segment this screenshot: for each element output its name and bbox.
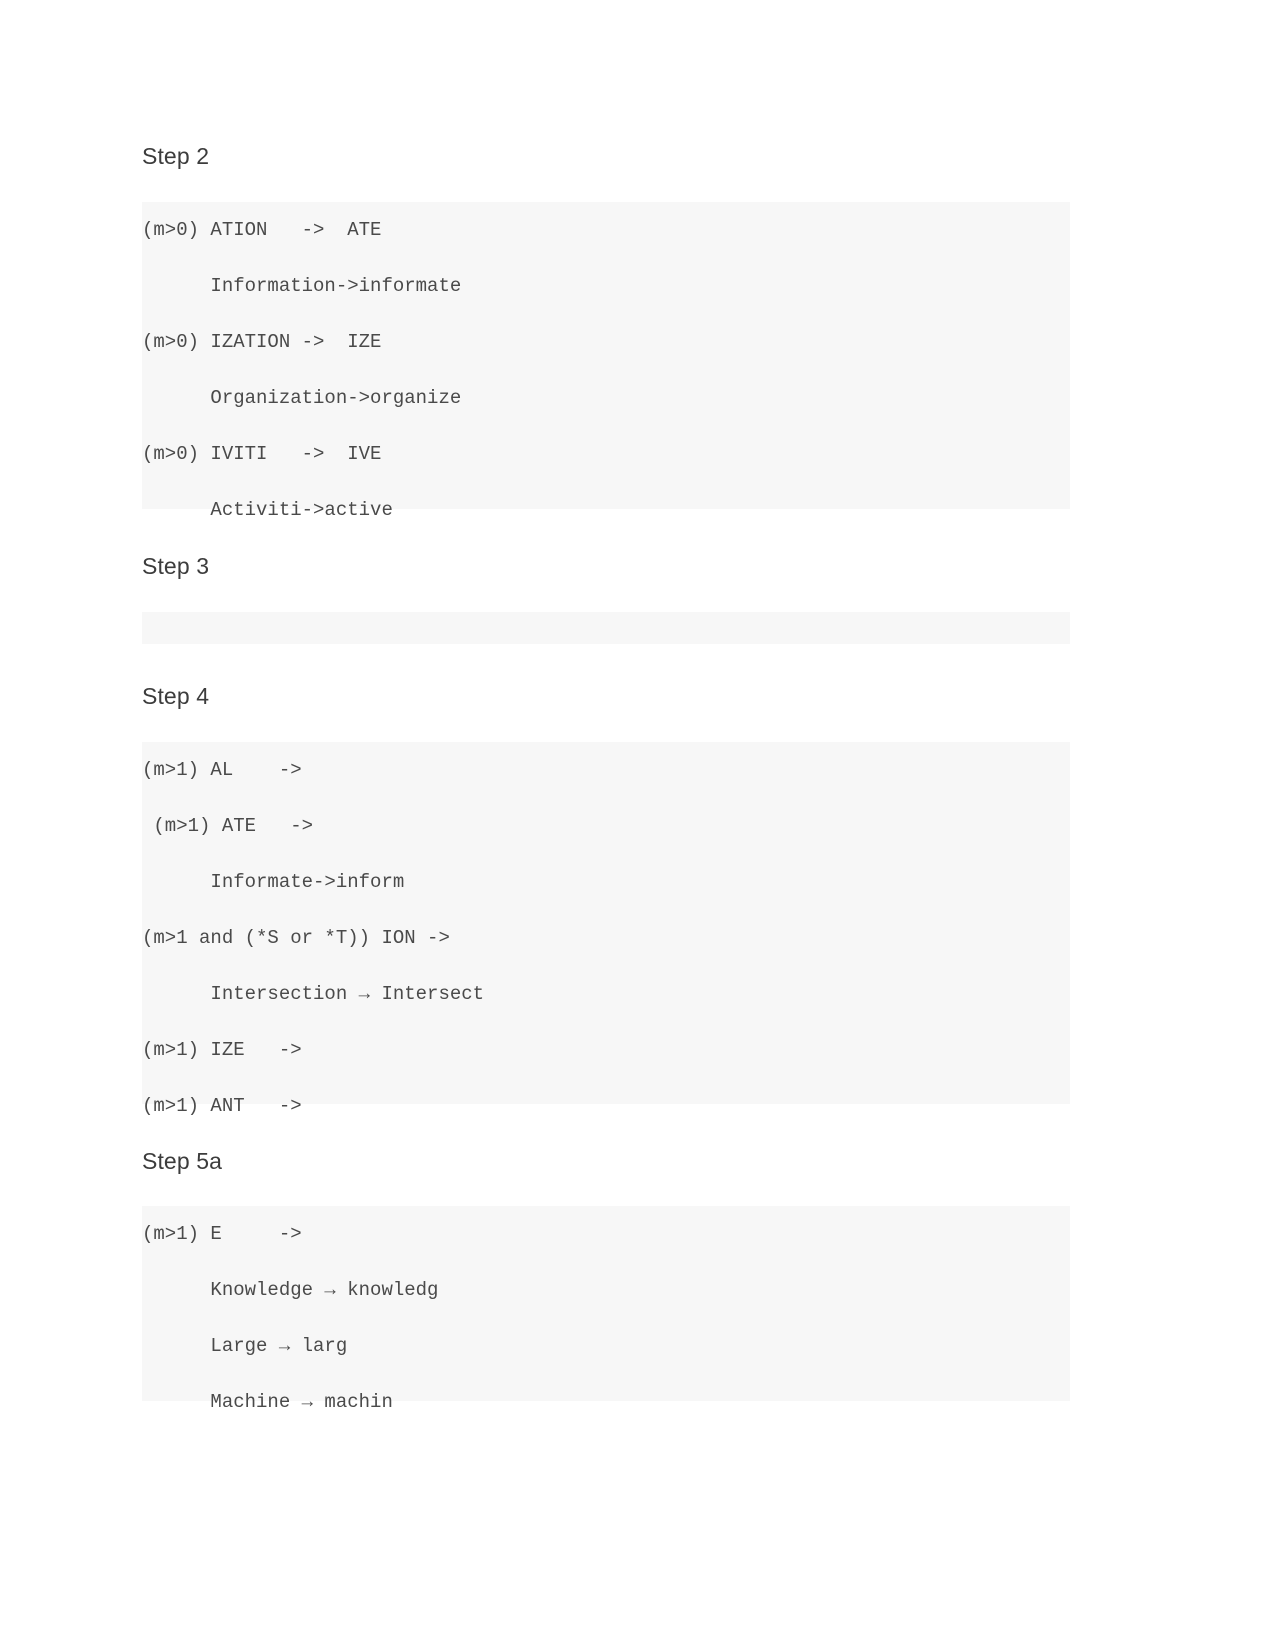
document-page: Step 2 (m>0) ATION -> ATE Information->i… — [0, 0, 1275, 1650]
code-line: Activiti->active — [142, 499, 393, 521]
section-heading-step-5a: Step 5a — [142, 1148, 222, 1174]
code-line: (m>1) ANT -> — [142, 1095, 302, 1117]
code-line: Informate->inform — [142, 871, 405, 893]
code-line: (m>1) ATE -> — [142, 815, 314, 837]
code-line: Machine → machin — [142, 1391, 393, 1413]
code-block-step-2: (m>0) ATION -> ATE Information->informat… — [142, 202, 1070, 521]
section-heading-step-4: Step 4 — [142, 683, 210, 709]
section-heading-step-3: Step 3 — [142, 553, 210, 579]
code-line: Knowledge → knowledg — [142, 1279, 439, 1301]
code-line: Large → larg — [142, 1335, 348, 1357]
code-line: (m>0) IVITI -> IVE — [142, 443, 382, 465]
code-block-step-4: (m>1) AL -> (m>1) ATE -> Informate->info… — [142, 742, 1070, 1117]
code-line: (m>0) ATION -> ATE — [142, 219, 382, 241]
section-heading-step-2: Step 2 — [142, 143, 210, 169]
code-line: (m>1) E -> — [142, 1223, 302, 1245]
code-block-step-3 — [142, 612, 1070, 644]
code-line: (m>0) IZATION -> IZE — [142, 331, 382, 353]
code-line: (m>1) AL -> — [142, 759, 302, 781]
code-block-step-5a: (m>1) E -> Knowledge → knowledg Large → … — [142, 1206, 1070, 1413]
code-line: (m>1) IZE -> — [142, 1039, 302, 1061]
code-line: Organization->organize — [142, 387, 462, 409]
code-line: (m>1 and (*S or *T)) ION -> — [142, 927, 450, 949]
code-line: Intersection → Intersect — [142, 983, 485, 1005]
code-line: Information->informate — [142, 275, 462, 297]
